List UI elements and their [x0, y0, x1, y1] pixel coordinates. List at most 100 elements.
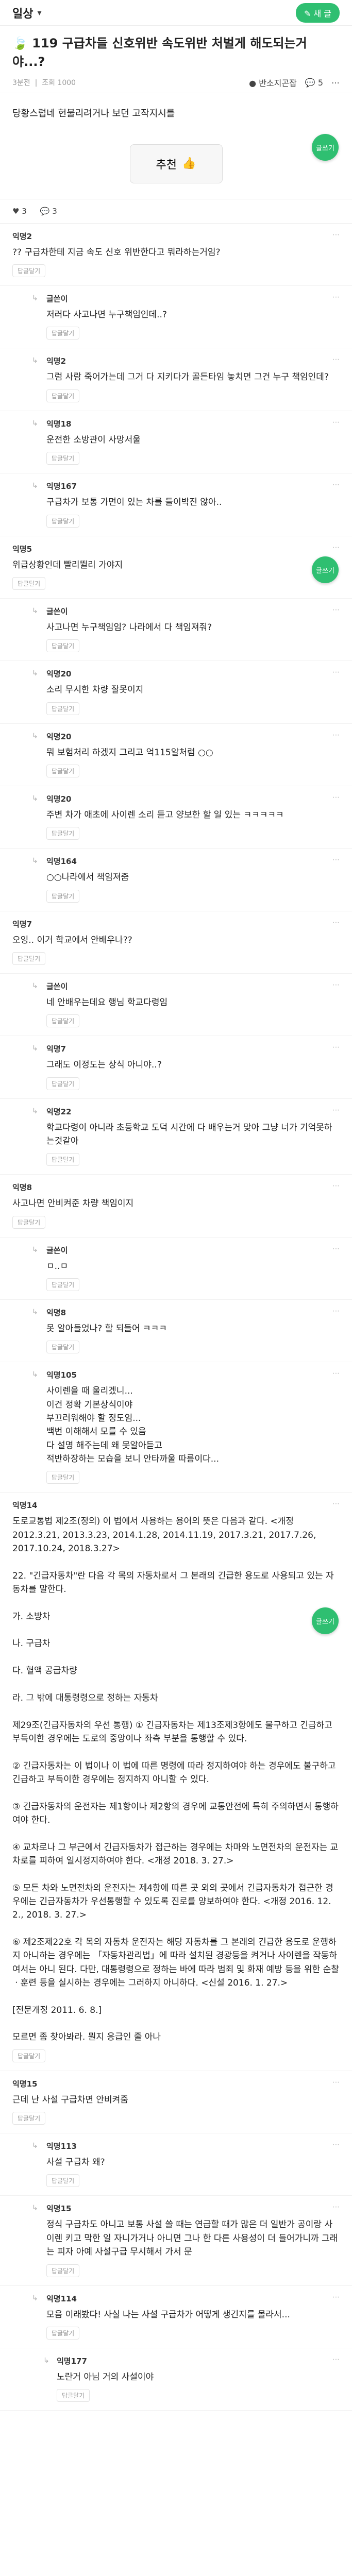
comment-more-icon[interactable]: ⋯: [332, 1043, 340, 1052]
reply-button[interactable]: 답글달기: [46, 764, 80, 777]
reply-button[interactable]: 답글달기: [46, 1278, 80, 1291]
comment-more-icon[interactable]: ⋯: [332, 1182, 340, 1190]
more-options-icon[interactable]: ⋯: [331, 78, 340, 88]
reply-button[interactable]: 답글달기: [46, 327, 80, 340]
post-views: 조회 1000: [42, 79, 76, 87]
reply-button[interactable]: 답글달기: [12, 577, 46, 590]
reply-arrow-icon: ↳: [32, 794, 38, 803]
write-fab[interactable]: 글쓰기: [312, 556, 339, 583]
comment-more-icon[interactable]: ⋯: [332, 2293, 340, 2301]
write-fab[interactable]: 글쓰기: [312, 134, 339, 161]
comment-more-icon[interactable]: ⋯: [332, 1245, 340, 1253]
comment-more-icon[interactable]: ⋯: [332, 1369, 340, 1378]
reply-button[interactable]: 답글달기: [46, 1153, 80, 1166]
reply-button[interactable]: 답글달기: [46, 1077, 80, 1090]
reply-arrow-icon: ↳: [32, 857, 38, 866]
comment-author[interactable]: 익명177: [57, 2355, 340, 2366]
comment-more-icon[interactable]: ⋯: [332, 668, 340, 676]
comment-more-icon[interactable]: ⋯: [332, 731, 340, 739]
reply-button[interactable]: 답글달기: [46, 827, 80, 840]
reply-button[interactable]: 답글달기: [46, 2174, 80, 2188]
reply-button[interactable]: 답글달기: [46, 639, 80, 653]
reply-button[interactable]: 답글달기: [46, 2326, 80, 2340]
comment-more-icon[interactable]: ⋯: [332, 1500, 340, 1508]
reply-button[interactable]: 답글달기: [46, 1014, 80, 1028]
comment-author[interactable]: 익명114: [46, 2293, 340, 2304]
comment-text: 저러다 사고나면 누구책임인데..?: [46, 310, 167, 320]
comment-more-icon[interactable]: ⋯: [332, 544, 340, 552]
reply-button[interactable]: 답글달기: [46, 452, 80, 465]
reply-button[interactable]: 답글달기: [46, 514, 80, 528]
comment-list: 익명2 ⋯?? 구급차한테 지금 속도 신호 위반한다고 뭐라하는거임? 답글달기 ↳…: [0, 224, 352, 2431]
comment-author[interactable]: 익명20: [46, 793, 340, 804]
write-button[interactable]: ✎ 새 글: [295, 3, 340, 23]
comment-author[interactable]: 익명15: [46, 2203, 340, 2214]
reply-button[interactable]: 답글달기: [12, 1215, 46, 1229]
fab-label: 글쓰기: [316, 1618, 334, 1626]
comment-more-icon[interactable]: ⋯: [332, 1307, 340, 1315]
comment-author[interactable]: 익명167: [46, 481, 340, 492]
comment-more-icon[interactable]: ⋯: [332, 793, 340, 802]
comment-author[interactable]: 익명164: [46, 856, 340, 867]
reply-button[interactable]: 답글달기: [46, 389, 80, 402]
comment-item: 익명5 ⋯ 위급상황인데 빨리뛸리 가야지 답글달기: [0, 536, 352, 599]
comment-more-icon[interactable]: ⋯: [332, 2203, 340, 2211]
reply-arrow-icon: ↳: [32, 732, 38, 740]
comment-item: ↳ 익명164 ⋯ ○○나라에서 책임져줌 답글달기: [0, 849, 352, 911]
comment-author[interactable]: 익명8: [46, 1307, 340, 1318]
comment-author[interactable]: 글쓴이: [46, 293, 340, 304]
comment-author[interactable]: 익명14: [12, 1500, 340, 1511]
comment-author[interactable]: 익명5: [12, 544, 340, 554]
reply-button[interactable]: 답글달기: [46, 889, 80, 903]
comment-more-icon[interactable]: ⋯: [332, 293, 340, 301]
comment-more-icon[interactable]: ⋯: [332, 418, 340, 427]
comment-author[interactable]: 익명113: [46, 2141, 340, 2151]
comment-author[interactable]: 익명8: [12, 1182, 340, 1193]
reply-button[interactable]: 답글달기: [57, 2389, 90, 2402]
comment-author[interactable]: 익명22: [46, 1106, 340, 1117]
comment-author[interactable]: 글쓴이: [46, 606, 340, 617]
comment-author[interactable]: 글쓴이: [46, 1245, 340, 1256]
comment-more-icon[interactable]: ⋯: [332, 231, 340, 239]
comment-more-icon[interactable]: ⋯: [332, 981, 340, 989]
comment-more-icon[interactable]: ⋯: [332, 2141, 340, 2149]
comment-more-icon[interactable]: ⋯: [332, 2355, 340, 2364]
reply-button[interactable]: 답글달기: [12, 264, 46, 278]
comment-text: 뭐 보험처리 하겠지 그리고 억115알처럼 ○○: [46, 747, 213, 758]
reply-button[interactable]: 답글달기: [12, 2049, 46, 2062]
comment-author[interactable]: 글쓴이: [46, 981, 340, 992]
write-fab[interactable]: 글쓰기: [312, 1607, 339, 1634]
comment-more-icon[interactable]: ⋯: [332, 2078, 340, 2087]
comment-more-icon[interactable]: ⋯: [332, 481, 340, 489]
post-body-text: 당황스럽네 헌불리려거나 보던 고작지시를: [12, 108, 175, 119]
recommend-label: 추천: [156, 158, 177, 172]
recommend-button[interactable]: 추천 👍: [129, 144, 223, 183]
comment-more-icon[interactable]: ⋯: [332, 606, 340, 614]
comment-author[interactable]: 익명20: [46, 731, 340, 742]
reply-button[interactable]: 답글달기: [46, 1341, 80, 1354]
reply-button[interactable]: 답글달기: [46, 1471, 80, 1484]
comment-author[interactable]: 익명18: [46, 418, 340, 429]
comment-author[interactable]: 익명7: [12, 919, 340, 929]
comment-author[interactable]: 익명2: [46, 355, 340, 366]
reply-button[interactable]: 답글달기: [12, 2112, 46, 2125]
comment-more-icon[interactable]: ⋯: [332, 1106, 340, 1114]
comment-item: ↳ 익명20 ⋯ 뭐 보험처리 하겠지 그리고 억115알처럼 ○○ 답글달기: [0, 724, 352, 786]
comment-author[interactable]: 익명7: [46, 1043, 340, 1054]
reply-button[interactable]: 답글달기: [46, 2264, 80, 2277]
comment-author[interactable]: 익명15: [12, 2078, 340, 2089]
comment-author[interactable]: 익명2: [12, 231, 340, 242]
comment-author[interactable]: 익명105: [46, 1369, 340, 1380]
comment-author[interactable]: 익명20: [46, 668, 340, 679]
comment-more-icon[interactable]: ⋯: [332, 355, 340, 364]
comment-text: 오잉.. 이거 학교에서 안배우나??: [12, 935, 132, 945]
reply-button[interactable]: 답글달기: [46, 702, 80, 715]
board-selector[interactable]: 일상 ▾: [12, 5, 42, 21]
reply-button[interactable]: 답글달기: [12, 952, 46, 965]
comment-text: 노란거 아님 거의 사설이야: [57, 2371, 154, 2382]
comment-item: ↳ 익명114 ⋯ 모음 이래봤다! 사실 나는 사설 구급차가 어떻게 생긴지를 몰…: [0, 2286, 352, 2348]
comment-item: ↳ 익명167 ⋯ 구급차가 보통 가면이 있는 차를 들이박진 않아.. 답글달기: [0, 473, 352, 536]
comment-more-icon[interactable]: ⋯: [332, 919, 340, 927]
comment-more-icon[interactable]: ⋯: [332, 856, 340, 864]
post-author[interactable]: ● 반소지곤잡: [249, 76, 297, 89]
